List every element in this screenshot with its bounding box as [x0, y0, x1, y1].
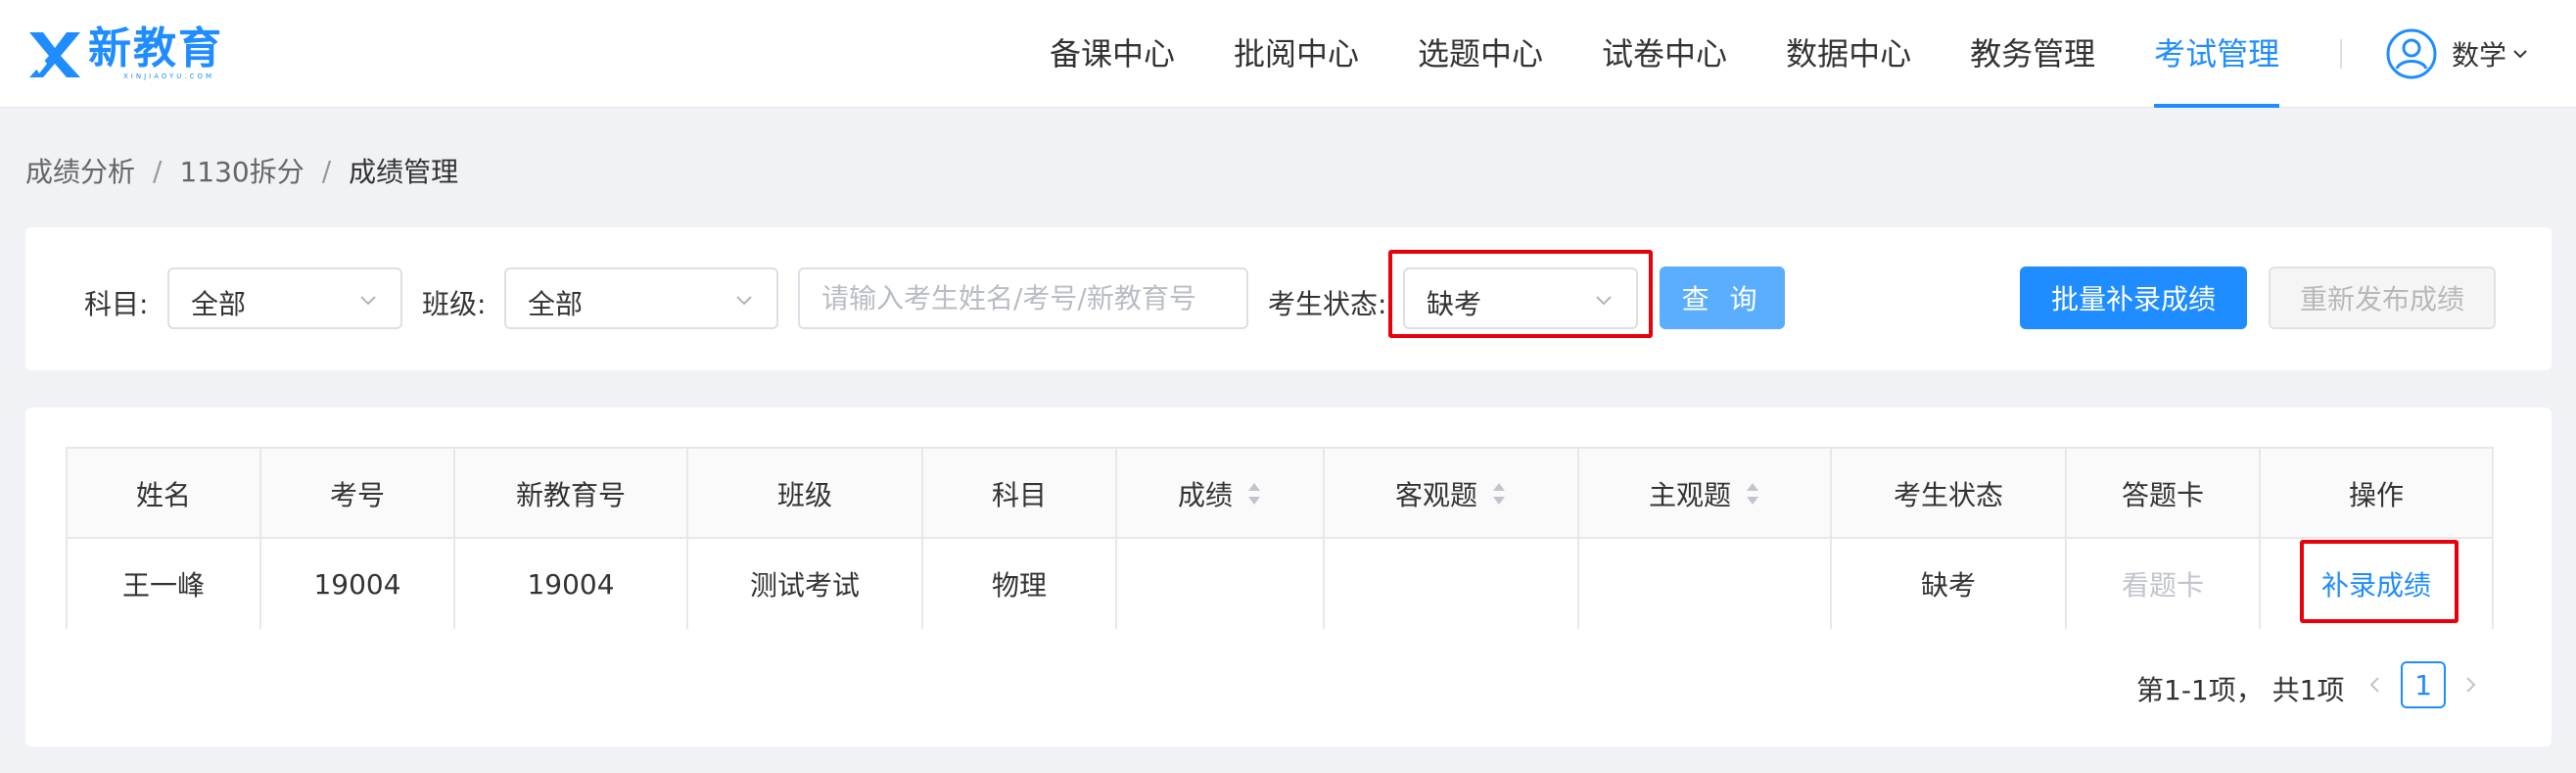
- user-name: 数学: [2452, 39, 2507, 72]
- cell-subject: 物理: [923, 539, 1117, 629]
- table-row: 王一峰 19004 19004 测试考试 物理 缺考 看题卡 补录成绩: [68, 539, 2492, 629]
- user-circle-icon: [2386, 28, 2437, 79]
- chevron-left-icon[interactable]: [2365, 674, 2386, 696]
- chevron-down-icon: [360, 296, 376, 306]
- nav-item-question-select[interactable]: 选题中心: [1418, 0, 1543, 108]
- cell-name: 王一峰: [68, 539, 261, 629]
- subject-select-value: 全部: [191, 288, 247, 320]
- brand-logo[interactable]: 新教育 XINJIAOYU.COM: [25, 22, 223, 84]
- cell-score: [1117, 539, 1325, 629]
- breadcrumb-item-current: 成绩管理: [349, 156, 459, 188]
- column-header-subjective[interactable]: 主观题: [1579, 449, 1832, 539]
- cell-objective: [1325, 539, 1579, 629]
- query-button[interactable]: 查 询: [1660, 266, 1785, 329]
- table-header-row: 姓名 考号 新教育号 班级 科目 成绩 客观题 主观题 考生状态 答题卡 操作: [68, 449, 2492, 539]
- column-header-name: 姓名: [68, 449, 261, 539]
- user-menu[interactable]: 数学: [2385, 26, 2530, 81]
- cell-exam-no: 19004: [261, 539, 455, 629]
- subject-filter-label: 科目:: [84, 288, 149, 320]
- pagination-summary: 第1-1项， 共1项: [2136, 674, 2345, 706]
- chevron-down-icon: [1596, 296, 1612, 306]
- top-navbar: 新教育 XINJIAOYU.COM 备课中心 批阅中心 选题中心 试卷中心 数据…: [0, 0, 2576, 108]
- nav-divider: [2340, 39, 2342, 69]
- column-header-subject: 科目: [923, 449, 1117, 539]
- student-status-label: 考生状态:: [1268, 288, 1387, 320]
- cell-status: 缺考: [1832, 539, 2067, 629]
- class-select[interactable]: 全部: [504, 267, 778, 329]
- sort-icon[interactable]: [1745, 481, 1760, 507]
- breadcrumb-item-exam[interactable]: 1130拆分: [179, 151, 304, 190]
- main-nav: 备课中心 批阅中心 选题中心 试卷中心 数据中心 教务管理 考试管理: [1050, 0, 2338, 108]
- chevron-right-icon[interactable]: [2459, 674, 2481, 696]
- brand-tagline: XINJIAOYU.COM: [123, 72, 215, 80]
- pagination-page-current[interactable]: 1: [2401, 661, 2446, 708]
- score-table: 姓名 考号 新教育号 班级 科目 成绩 客观题 主观题 考生状态 答题卡 操作 …: [66, 447, 2494, 629]
- student-search-input[interactable]: [798, 267, 1248, 329]
- nav-item-exam-management[interactable]: 考试管理: [2154, 0, 2280, 108]
- supplement-score-link[interactable]: 补录成绩: [2261, 539, 2492, 629]
- view-answer-card-link: 看题卡: [2067, 539, 2261, 629]
- column-header-actions: 操作: [2348, 479, 2404, 511]
- nav-item-lesson-prep[interactable]: 备课中心: [1050, 0, 1175, 108]
- republish-scores-button: 重新发布成绩: [2269, 266, 2496, 329]
- breadcrumb: 成绩分析 / 1130拆分 / 成绩管理: [25, 151, 458, 190]
- column-header-objective[interactable]: 客观题: [1325, 449, 1579, 539]
- column-header-status: 考生状态: [1832, 449, 2067, 539]
- nav-item-paper[interactable]: 试卷中心: [1602, 0, 1727, 108]
- nav-item-data[interactable]: 数据中心: [1786, 0, 1911, 108]
- column-header-xjy-no: 新教育号: [455, 449, 688, 539]
- chevron-down-icon: [2513, 50, 2527, 59]
- breadcrumb-separator: /: [153, 154, 163, 187]
- cell-class: 测试考试: [688, 539, 923, 629]
- cell-subjective: [1579, 539, 1832, 629]
- batch-supplement-scores-button[interactable]: 批量补录成绩: [2020, 266, 2247, 329]
- student-status-select[interactable]: 缺考: [1403, 267, 1638, 329]
- subject-select[interactable]: 全部: [167, 267, 402, 329]
- sort-icon[interactable]: [1246, 481, 1262, 507]
- column-header-exam-no: 考号: [261, 449, 455, 539]
- class-select-value: 全部: [528, 288, 584, 320]
- logo-mark-icon: [27, 32, 80, 77]
- column-header-score[interactable]: 成绩: [1117, 449, 1325, 539]
- breadcrumb-separator: /: [321, 154, 332, 187]
- cell-xjy-no: 19004: [455, 539, 688, 629]
- nav-item-grading[interactable]: 批阅中心: [1234, 0, 1359, 108]
- chevron-down-icon: [736, 296, 752, 306]
- column-header-class: 班级: [688, 449, 923, 539]
- brand-name: 新教育: [88, 23, 223, 73]
- nav-item-academic-affairs[interactable]: 教务管理: [1970, 0, 2095, 108]
- column-header-answer-card: 答题卡: [2067, 449, 2261, 539]
- student-status-select-value: 缺考: [1427, 288, 1482, 320]
- sort-icon[interactable]: [1491, 481, 1507, 507]
- breadcrumb-item-score-analysis[interactable]: 成绩分析: [25, 151, 135, 190]
- class-filter-label: 班级:: [422, 288, 487, 320]
